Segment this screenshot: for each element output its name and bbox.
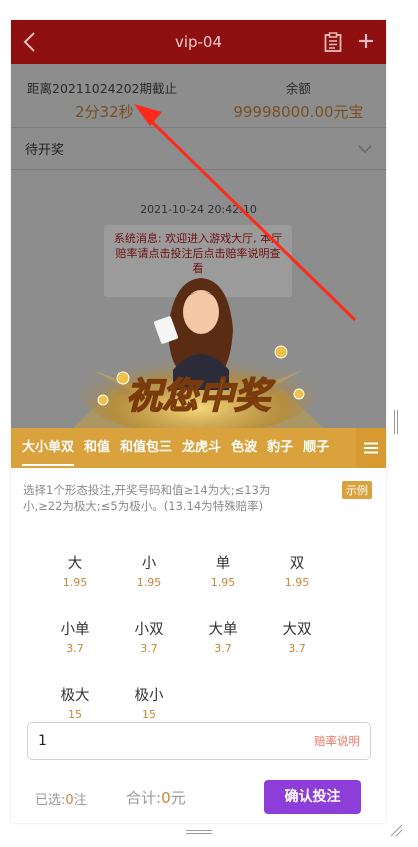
- tab-item[interactable]: 龙虎斗: [177, 428, 226, 468]
- bet-option-name: 大: [67, 556, 83, 572]
- total-label: 合计:: [126, 789, 162, 807]
- chevron-down-icon[interactable]: [358, 144, 372, 154]
- bet-option-odds: 3.7: [288, 642, 306, 655]
- tab-item[interactable]: 色波: [226, 428, 262, 468]
- dimmed-overlay: 距离20211024202期截止 2分32秒 余额 99998000.00元宝 …: [11, 64, 386, 428]
- plus-icon[interactable]: [358, 32, 374, 50]
- countdown: 2分32秒: [75, 103, 134, 121]
- period-column: 距离20211024202期截止 2分32秒: [11, 64, 211, 127]
- bet-option-odds: 1.95: [62, 576, 88, 589]
- rule-text: 选择1个形态投注,开奖号码和值≥14为大;≤13为小,≥22为极大;≤5为极小。…: [23, 483, 271, 513]
- pending-label: 待开奖: [25, 143, 65, 158]
- resize-corner-icon[interactable]: [390, 824, 403, 837]
- bet-footer: 已选:0注 合计:0元 确认投注: [11, 775, 386, 823]
- play-type-tabs: 大小单双 和值 和值包三 龙虎斗 色波 豹子 顺子: [11, 428, 386, 468]
- total-unit: 元: [170, 789, 186, 807]
- chevron-left-icon[interactable]: [21, 31, 39, 53]
- bet-option[interactable]: 大 1.95: [38, 552, 112, 589]
- selected-label: 已选:: [35, 793, 66, 808]
- tab-item[interactable]: 和值: [79, 428, 115, 468]
- bet-option-odds: 3.7: [140, 642, 158, 655]
- bet-option[interactable]: 极大 15: [38, 684, 112, 721]
- bet-option-name: 大双: [282, 622, 312, 638]
- period-info: 距离20211024202期截止 2分32秒 余额 99998000.00元宝: [11, 64, 386, 128]
- bet-option[interactable]: 双 1.95: [260, 552, 334, 589]
- selected-count: 0: [65, 793, 74, 808]
- bet-option-odds: 3.7: [66, 642, 84, 655]
- rule-description: 选择1个形态投注,开奖号码和值≥14为大;≤13为小,≥22为极大;≤5为极小。…: [11, 468, 386, 540]
- bet-option-name: 小双: [134, 622, 164, 638]
- banner-text: 祝您中奖: [126, 376, 276, 417]
- chat-area: 2021-10-24 20:42:10 系统消息: 欢迎进入游戏大厅, 本厅赔率…: [11, 170, 386, 428]
- tab-item[interactable]: 和值包三: [115, 428, 177, 468]
- tab-item[interactable]: 豹子: [262, 428, 298, 468]
- app-frame: vip-04 距离20211024202期截止 2分32秒 余额 9999800…: [11, 20, 386, 823]
- bet-option-odds: 1.95: [284, 576, 310, 589]
- bet-option[interactable]: 小双 3.7: [112, 618, 186, 655]
- bet-option[interactable]: 小单 3.7: [38, 618, 112, 655]
- resize-grip-bottom[interactable]: [186, 829, 212, 835]
- bet-option-name: 极小: [134, 688, 164, 704]
- bet-option-name: 极大: [60, 688, 90, 704]
- bet-option[interactable]: 极小 15: [112, 684, 186, 721]
- bet-option[interactable]: 大单 3.7: [186, 618, 260, 655]
- congrats-banner: 祝您中奖: [73, 278, 323, 428]
- bet-option[interactable]: 小 1.95: [112, 552, 186, 589]
- total-amount-text: 合计:0元: [126, 787, 186, 808]
- selected-count-text: 已选:0注: [35, 789, 87, 808]
- bet-option-odds: 1.95: [136, 576, 162, 589]
- bet-option-odds: 15: [142, 708, 156, 721]
- balance-column: 余额 99998000.00元宝: [211, 64, 386, 127]
- bet-option-odds: 3.7: [214, 642, 232, 655]
- selected-unit: 注: [73, 793, 87, 808]
- amount-value[interactable]: 1: [38, 733, 47, 749]
- resize-grip-right[interactable]: [393, 410, 399, 434]
- confirm-bet-button[interactable]: 确认投注: [264, 780, 361, 814]
- menu-icon[interactable]: [356, 428, 386, 468]
- bet-option-odds: 1.95: [210, 576, 236, 589]
- balance-value: 99998000.00元宝: [233, 103, 364, 121]
- header-bar: vip-04: [11, 20, 386, 64]
- example-button[interactable]: 示例: [342, 481, 372, 499]
- bet-option-name: 单: [215, 556, 231, 572]
- balance-label: 余额: [285, 81, 311, 96]
- bet-option-name: 双: [289, 556, 305, 572]
- bet-option-name: 小: [141, 556, 157, 572]
- tab-item[interactable]: 大小单双: [17, 428, 79, 468]
- bet-option-odds: 15: [68, 708, 82, 721]
- tab-item[interactable]: 顺子: [298, 428, 334, 468]
- odds-explain-link[interactable]: 赔率说明: [314, 733, 360, 749]
- bet-amount-field[interactable]: 1 赔率说明: [27, 722, 371, 760]
- page-title: vip-04: [174, 33, 223, 51]
- bet-option-name: 小单: [60, 622, 90, 638]
- bet-option[interactable]: 单 1.95: [186, 552, 260, 589]
- total-value: 0: [161, 789, 171, 807]
- bet-option[interactable]: 大双 3.7: [260, 618, 334, 655]
- clipboard-icon[interactable]: [324, 32, 342, 52]
- pending-draw-row[interactable]: 待开奖: [11, 128, 386, 170]
- period-label: 距离20211024202期截止: [27, 81, 177, 96]
- chat-timestamp: 2021-10-24 20:42:10: [140, 203, 257, 216]
- bet-option-name: 大单: [208, 622, 238, 638]
